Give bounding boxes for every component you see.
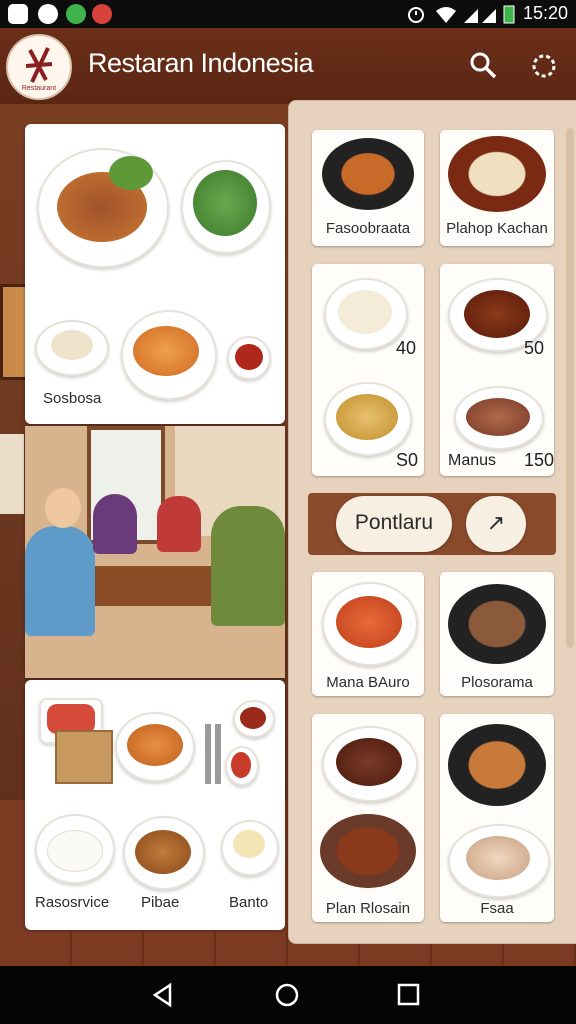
search-icon[interactable] bbox=[468, 50, 498, 80]
dining-scene-image bbox=[25, 426, 285, 678]
menu-item[interactable]: Plan Rlosain bbox=[312, 714, 424, 922]
dish-image bbox=[320, 814, 416, 888]
chef-logo-icon: Restaurant bbox=[22, 47, 56, 92]
dish-image bbox=[181, 160, 271, 254]
logo-text: Restaurant bbox=[22, 85, 56, 92]
app-bar: Restaurant Restaran Indonesia bbox=[0, 28, 576, 104]
menu-item[interactable]: Plosorama bbox=[440, 572, 554, 696]
app-title: Restaran Indonesia bbox=[88, 48, 314, 78]
dish-image bbox=[448, 824, 550, 898]
shelf-decor bbox=[0, 434, 24, 514]
menu-item-label: Mana BAuro bbox=[326, 674, 410, 691]
promo-arrow-button[interactable]: ↗ bbox=[466, 496, 526, 552]
status-time: 15:20 bbox=[522, 3, 568, 23]
dish-image bbox=[123, 816, 205, 890]
navigation-bar bbox=[0, 966, 576, 1024]
menu-price: S0 bbox=[396, 450, 419, 470]
card-label: Banto bbox=[229, 894, 269, 911]
dish-image bbox=[35, 814, 115, 884]
dish-image bbox=[121, 310, 217, 400]
app-badge-icon bbox=[92, 4, 112, 24]
dish-image bbox=[225, 746, 259, 786]
dish-image bbox=[322, 582, 418, 666]
menu-price: 50 bbox=[524, 338, 545, 358]
menu-price: 150 bbox=[524, 450, 555, 470]
dish-image bbox=[448, 724, 546, 806]
battery-icon bbox=[503, 5, 515, 24]
dish-image bbox=[227, 336, 271, 380]
menu-item[interactable]: Mana BAuro bbox=[312, 572, 424, 696]
dish-image bbox=[55, 730, 113, 784]
menu-item-label: Plosorama bbox=[461, 674, 533, 691]
alarm-icon bbox=[408, 7, 424, 23]
menu-item[interactable]: Fsaa bbox=[440, 714, 554, 922]
home-icon[interactable] bbox=[274, 982, 300, 1008]
dish-image bbox=[233, 700, 275, 738]
fork-icon bbox=[205, 724, 211, 784]
signal-icon bbox=[464, 9, 496, 23]
restaurant-logo[interactable]: Restaurant bbox=[6, 34, 72, 100]
menu-item-label: Plahop Kachan bbox=[446, 220, 548, 237]
arrow-icon: ↗ bbox=[486, 510, 506, 535]
status-bar: 15:20 bbox=[0, 0, 576, 28]
menu-item[interactable]: Plahop Kachan bbox=[440, 130, 554, 246]
scrollbar[interactable] bbox=[566, 128, 574, 648]
menu-item-label: Fasoobraata bbox=[325, 220, 411, 237]
whatsapp-icon bbox=[66, 4, 86, 24]
card-label: Rasosrvice bbox=[35, 894, 110, 911]
recents-icon[interactable] bbox=[396, 982, 422, 1008]
food-card-menu[interactable]: Rasosrvice Pibae Banto bbox=[25, 680, 285, 930]
dish-image bbox=[37, 148, 169, 268]
notification-icon bbox=[8, 4, 28, 24]
menu-item-group[interactable]: 50 Manus 150 bbox=[440, 264, 554, 476]
back-icon[interactable] bbox=[150, 982, 176, 1008]
dish-image bbox=[454, 386, 544, 450]
promo-button-label: Pontlaru bbox=[354, 511, 434, 534]
menu-item[interactable]: Fasoobraata bbox=[312, 130, 424, 246]
food-card-featured[interactable]: Sosbosa bbox=[25, 124, 285, 424]
card-label: Sosbosa bbox=[43, 390, 102, 407]
menu-item-group[interactable]: 40 S0 bbox=[312, 264, 424, 476]
settings-icon[interactable] bbox=[528, 50, 560, 82]
knife-icon bbox=[215, 724, 221, 784]
menu-price: 40 bbox=[396, 338, 417, 358]
dish-image bbox=[115, 712, 195, 782]
app-notification-icon bbox=[38, 4, 58, 24]
promo-button[interactable]: Pontlaru bbox=[336, 496, 452, 552]
menu-item-label: Plan Rlosain bbox=[325, 900, 411, 917]
card-label: Pibae bbox=[141, 894, 180, 911]
menu-item-label: Fsaa bbox=[480, 900, 514, 917]
dish-image bbox=[221, 820, 279, 876]
menu-item-label: Manus bbox=[448, 452, 497, 469]
dish-image bbox=[322, 726, 418, 802]
dish-image bbox=[324, 382, 412, 456]
dish-image bbox=[35, 320, 109, 376]
wifi-icon bbox=[436, 7, 456, 23]
